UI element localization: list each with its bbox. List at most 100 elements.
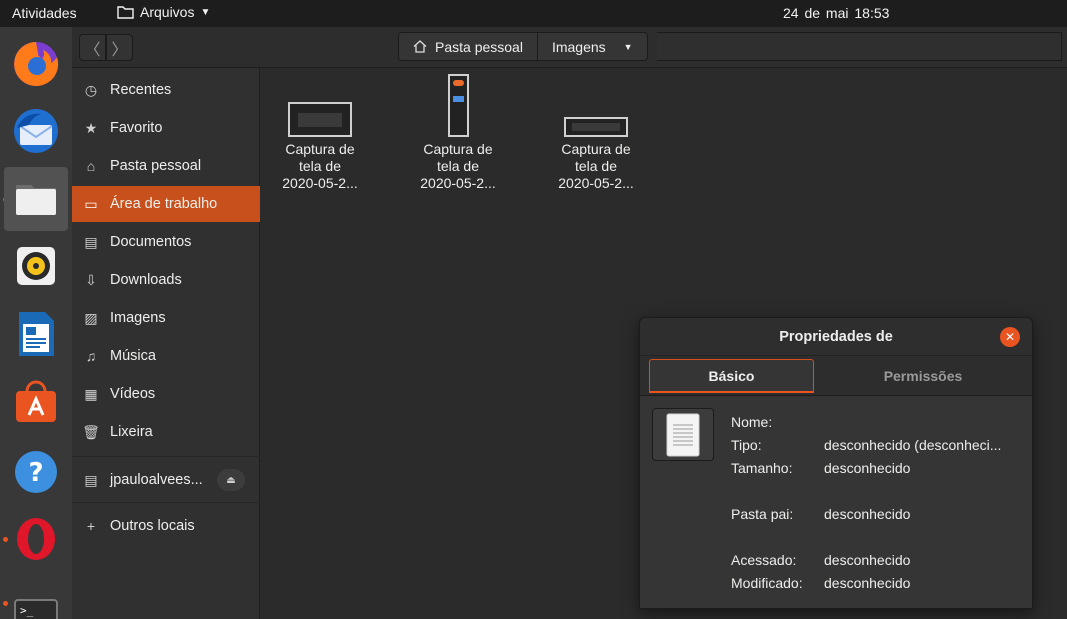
forward-button[interactable]: 〉 [106,34,133,61]
dock-firefox[interactable] [4,32,68,96]
sidebar-item-label: Outros locais [110,518,195,534]
clock[interactable]: 24 de mai 18:53 [783,5,889,21]
music-icon: ♫ [85,348,97,364]
sidebar-separator [72,502,260,503]
sidebar-item-drive[interactable]: ▤ jpauloalvees... [72,462,212,498]
sidebar: ◷ Recentes ★ Favorito ⌂ Pasta pessoal ▭ … [72,68,260,619]
chevron-left-icon: 〈 [84,41,101,59]
document-icon: ▤ [84,233,98,250]
help-icon: ? [15,451,57,493]
crumb-imagens[interactable]: Imagens ▼ [538,33,647,60]
file-name-line: 2020-05-2... [558,175,634,191]
thunderbird-icon [14,109,58,153]
sidebar-item-lixeira[interactable]: 🗑 Lixeira [72,414,260,450]
sidebar-item-label: Imagens [110,310,166,326]
sidebar-item-label: jpauloalvees... [110,472,203,488]
file-name-line: Captura de [423,141,493,157]
sidebar-item-downloads[interactable]: ⇩ Downloads [72,262,260,298]
star-icon: ★ [84,119,98,136]
parent-folder-label: Pasta pai: [731,506,794,522]
dock-opera[interactable] [4,507,68,571]
back-button[interactable]: 〈 [79,34,106,61]
sidebar-item-label: Pasta pessoal [110,158,202,174]
sidebar-item-label: Recentes [110,82,172,98]
file-name-line: Captura de [285,141,355,157]
type-label: Tipo: [731,437,762,453]
dock-thunderbird[interactable] [4,99,68,163]
home-icon [413,40,427,53]
screenshot-thumbnail [447,74,469,137]
sidebar-item-imagens[interactable]: ▨ Imagens [72,300,260,336]
size-label: Tamanho: [731,460,793,476]
dialog-tabs: Básico Permissões [640,356,1032,396]
folder-icon [117,6,134,19]
crumb-home[interactable]: Pasta pessoal [399,33,538,60]
accessed-value: desconhecido [824,552,911,568]
app-menu[interactable]: Arquivos ▼ [117,4,210,20]
tab-permissoes[interactable]: Permissões [816,359,1030,393]
text-file-icon [666,413,700,456]
close-icon: ✕ [1004,330,1016,344]
path-bar: Pasta pessoal Imagens ▼ [398,32,648,61]
properties-dialog: Propriedades de ✕ Básico Permissões Nome… [639,317,1033,609]
caret-down-icon: ▼ [200,6,211,18]
accessed-label: Acessado: [731,552,797,568]
sidebar-item-label: Favorito [110,120,163,136]
image-icon: ▨ [84,309,98,326]
file-name-line: tela de [574,158,618,174]
sidebar-item-videos[interactable]: ▦ Vídeos [72,376,260,412]
svg-text:?: ? [28,458,43,488]
crumb-label: Pasta pessoal [435,38,523,55]
sidebar-item-documentos[interactable]: ▤ Documentos [72,224,260,260]
film-icon: ▦ [84,385,98,402]
sidebar-item-favorito[interactable]: ★ Favorito [72,110,260,146]
dock-ubuntu-software[interactable] [4,369,68,433]
sidebar-item-label: Downloads [110,272,182,288]
type-value: desconhecido (desconheci... [824,437,1002,453]
sidebar-separator [72,456,260,457]
sidebar-item-recentes[interactable]: ◷ Recentes [72,72,260,108]
file-item[interactable]: Captura de tela de 2020-05-2... [403,74,513,192]
sidebar-item-area-de-trabalho[interactable]: ▭ Área de trabalho [72,186,260,222]
software-bag-icon [16,380,56,422]
files-header: 〈 〉 Pasta pessoal Imagens ▼ [72,27,1067,68]
eject-button[interactable]: ⏏ [217,469,245,491]
drive-icon: ▤ [84,471,98,488]
eject-icon: ⏏ [226,474,236,486]
writer-icon [19,312,54,356]
file-name-line: tela de [298,158,342,174]
trash-icon: 🗑 [82,423,100,440]
home-icon: ⌂ [86,158,96,174]
plus-icon: + [86,518,96,534]
file-item[interactable]: Captura de tela de 2020-05-2... [265,102,375,192]
sidebar-item-musica[interactable]: ♫ Música [72,338,260,374]
desktop-icon: ▭ [84,195,98,212]
dock-files[interactable] [4,167,68,231]
dock-terminal[interactable]: >_ [4,579,68,619]
opera-icon [17,518,55,560]
clock-icon: ◷ [84,81,98,98]
dock-libreoffice-writer[interactable] [4,302,68,366]
activities-button[interactable]: Atividades [12,5,77,21]
file-name-line: tela de [436,158,480,174]
sidebar-item-pasta-pessoal[interactable]: ⌂ Pasta pessoal [72,148,260,184]
sidebar-item-outros-locais[interactable]: + Outros locais [72,508,260,544]
speaker-icon [17,247,55,285]
crumb-label: Imagens [551,38,606,55]
parent-folder-value: desconhecido [824,506,911,522]
screenshot-thumbnail [288,102,352,137]
top-bar: Atividades Arquivos ▼ 24 de mai 18:53 [0,0,1067,27]
sidebar-item-label: Lixeira [110,424,153,440]
dock: ? >_ [0,27,72,619]
close-button[interactable]: ✕ [1000,327,1020,347]
file-item[interactable]: Captura de tela de 2020-05-2... [541,117,651,192]
app-menu-label: Arquivos [140,4,195,20]
firefox-icon [14,42,59,86]
files-icon [16,185,56,215]
modified-value: desconhecido [824,575,911,591]
tab-basico[interactable]: Básico [649,359,814,393]
dock-rhythmbox[interactable] [4,234,68,298]
file-icon-button[interactable] [652,408,714,461]
dialog-title: Propriedades de [640,318,1032,356]
dock-help[interactable]: ? [4,440,68,504]
